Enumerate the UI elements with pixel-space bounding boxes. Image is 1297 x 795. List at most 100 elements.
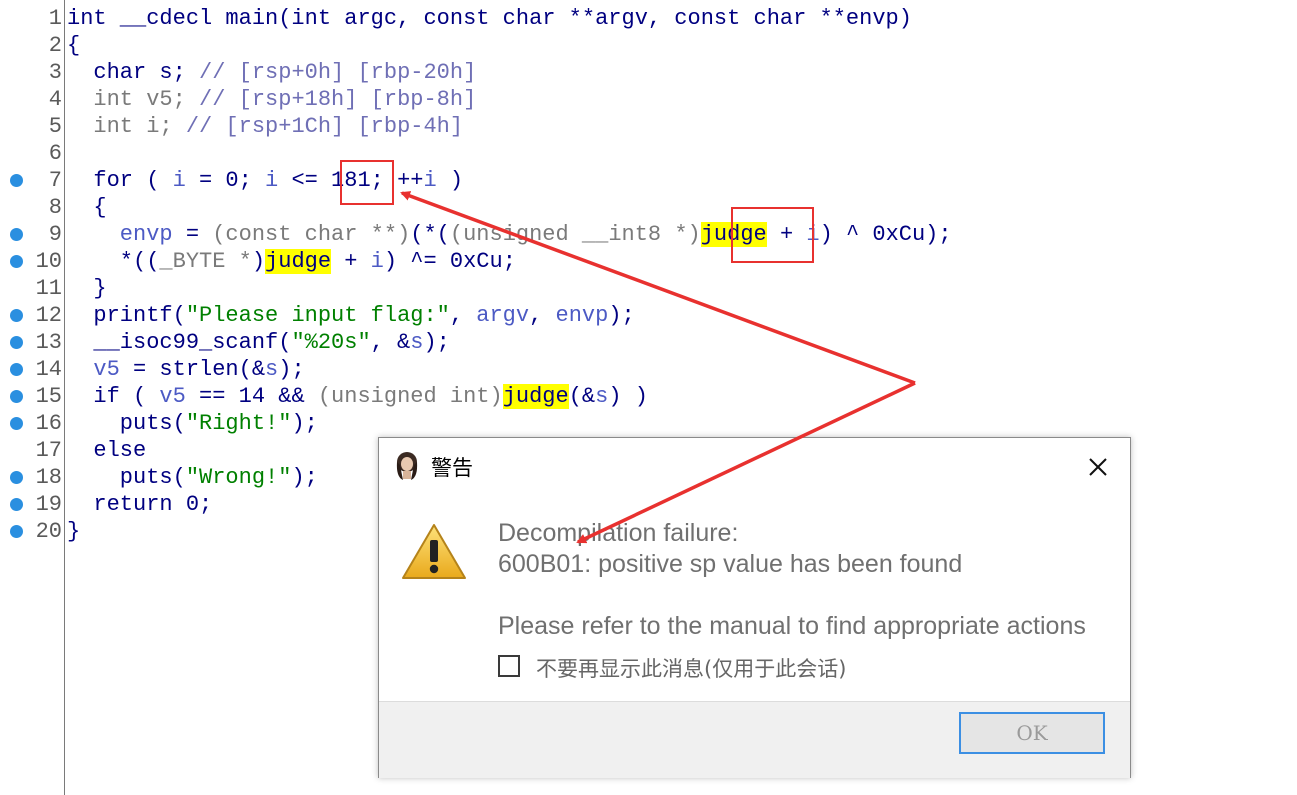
code-text: puts("Right!"); xyxy=(67,410,318,437)
breakpoint-dot-icon[interactable] xyxy=(10,363,23,376)
code-token: int __cdecl main(int argc, const char **… xyxy=(67,6,912,31)
code-line[interactable]: 4 int v5; // [rsp+18h] [rbp-8h] xyxy=(0,86,1297,113)
code-token: } xyxy=(67,276,107,301)
line-number: 7 xyxy=(48,168,62,193)
code-line[interactable]: 7 for ( i = 0; i <= 181; ++i ) xyxy=(0,167,1297,194)
line-number: 2 xyxy=(48,33,62,58)
code-token: return 0; xyxy=(67,492,213,517)
dialog-message-heading: Decompilation failure: xyxy=(498,519,739,547)
dialog-message-detail: 600B01: positive sp value has been found xyxy=(498,550,962,579)
code-token: puts( xyxy=(67,465,186,490)
breakpoint-dot-icon[interactable] xyxy=(10,228,23,241)
code-token: + xyxy=(331,249,371,274)
dont-show-again-label: 不要再显示此消息(仅用于此会话) xyxy=(536,657,847,681)
breakpoint-dot-icon[interactable] xyxy=(10,309,23,322)
dialog-title: 警告 xyxy=(431,456,473,480)
breakpoint-dot-icon[interactable] xyxy=(10,174,23,187)
code-token: = 0; xyxy=(185,168,266,193)
breakpoint-dot-icon[interactable] xyxy=(10,255,23,268)
code-token: (unsigned int) xyxy=(317,384,503,409)
annotation-box-181 xyxy=(340,160,394,205)
code-token: // [rsp+18h] [rbp-8h] xyxy=(199,87,477,112)
code-line[interactable]: 10 *((_BYTE *)judge + i) ^= 0xCu; xyxy=(0,248,1297,275)
avatar-icon xyxy=(396,452,418,480)
breakpoint-dot-icon[interactable] xyxy=(10,471,23,484)
code-token: ); xyxy=(608,303,635,328)
dialog-message-hint: Please refer to the manual to find appro… xyxy=(498,612,1086,640)
breakpoint-dot-icon[interactable] xyxy=(10,390,23,403)
code-line[interactable]: 16 puts("Right!"); xyxy=(0,410,1297,437)
code-token: == 14 && xyxy=(185,384,318,409)
code-text: { xyxy=(67,32,80,59)
code-line[interactable]: 12 printf("Please input flag:", argv, en… xyxy=(0,302,1297,329)
code-token: i xyxy=(370,249,384,274)
ok-button[interactable]: OK xyxy=(959,712,1105,754)
code-text: int __cdecl main(int argc, const char **… xyxy=(67,5,912,32)
code-token: printf( xyxy=(67,303,186,328)
code-text: { xyxy=(67,194,106,221)
breakpoint-dot-icon[interactable] xyxy=(10,498,23,511)
highlighted-identifier: judge xyxy=(265,249,332,274)
line-number: 13 xyxy=(35,330,62,355)
code-line[interactable]: 8 { xyxy=(0,194,1297,221)
dialog-message-detail-text: : positive sp value has been found xyxy=(584,550,963,578)
code-token: envp xyxy=(555,303,609,328)
code-token: , & xyxy=(370,330,411,355)
line-number: 12 xyxy=(35,303,62,328)
breakpoint-dot-icon[interactable] xyxy=(10,336,23,349)
code-token: (unsigned __int8 *) xyxy=(449,222,701,247)
code-text: } xyxy=(67,275,107,302)
line-number: 17 xyxy=(35,438,62,463)
line-number: 20 xyxy=(35,519,62,544)
line-number: 1 xyxy=(48,6,62,31)
line-number: 11 xyxy=(35,276,62,301)
code-token: ); xyxy=(278,357,305,382)
highlighted-identifier: judge xyxy=(502,384,569,409)
line-number: 3 xyxy=(48,60,62,85)
line-number: 5 xyxy=(48,114,62,139)
line-number: 10 xyxy=(35,249,62,274)
code-token: ); xyxy=(423,330,450,355)
breakpoint-dot-icon[interactable] xyxy=(10,525,23,538)
code-text: if ( v5 == 14 && (unsigned int)judge(&s)… xyxy=(67,383,648,410)
code-token: "Please input flag:" xyxy=(185,303,450,328)
code-token: ); xyxy=(291,465,318,490)
code-line[interactable]: 13 __isoc99_scanf("%20s", &s); xyxy=(0,329,1297,356)
code-token: envp xyxy=(67,222,173,247)
code-token: = xyxy=(172,222,213,247)
line-number: 16 xyxy=(35,411,62,436)
breakpoint-dot-icon[interactable] xyxy=(10,417,23,430)
code-text: else xyxy=(67,437,146,464)
code-token: ) ^= 0xCu; xyxy=(383,249,516,274)
code-token: s xyxy=(595,384,609,409)
close-icon[interactable] xyxy=(1084,453,1112,481)
code-token: v5 xyxy=(67,357,120,382)
code-token: (const char **) xyxy=(212,222,411,247)
code-line[interactable]: 1 int __cdecl main(int argc, const char *… xyxy=(0,5,1297,32)
code-text: __isoc99_scanf("%20s", &s); xyxy=(67,329,450,356)
code-token: ); xyxy=(291,411,318,436)
code-line[interactable]: 14 v5 = strlen(&s); xyxy=(0,356,1297,383)
code-token: "Wrong!" xyxy=(185,465,292,490)
code-line[interactable]: 2{ xyxy=(0,32,1297,59)
code-line[interactable]: 9 envp = (const char **)(*((unsigned __i… xyxy=(0,221,1297,248)
code-text: } xyxy=(67,518,80,545)
code-token: "%20s" xyxy=(291,330,371,355)
code-line[interactable]: 11 } xyxy=(0,275,1297,302)
code-text: printf("Please input flag:", argv, envp)… xyxy=(67,302,635,329)
code-line[interactable]: 5 int i; // [rsp+1Ch] [rbp-4h] xyxy=(0,113,1297,140)
code-token: } xyxy=(67,519,81,544)
code-text: v5 = strlen(&s); xyxy=(67,356,305,383)
code-line[interactable]: 3 char s; // [rsp+0h] [rbp-20h] xyxy=(0,59,1297,86)
dont-show-again-checkbox[interactable] xyxy=(498,655,520,677)
code-token: , xyxy=(449,303,477,328)
code-token: _BYTE * xyxy=(159,249,252,274)
code-token: char s; xyxy=(67,60,200,85)
code-text: char s; // [rsp+0h] [rbp-20h] xyxy=(67,59,476,86)
code-line[interactable]: 15 if ( v5 == 14 && (unsigned int)judge(… xyxy=(0,383,1297,410)
code-text: return 0; xyxy=(67,491,212,518)
code-token: *(( xyxy=(67,249,160,274)
code-token: i xyxy=(265,168,279,193)
code-line[interactable]: 6 xyxy=(0,140,1297,167)
code-token: ) xyxy=(251,249,266,274)
